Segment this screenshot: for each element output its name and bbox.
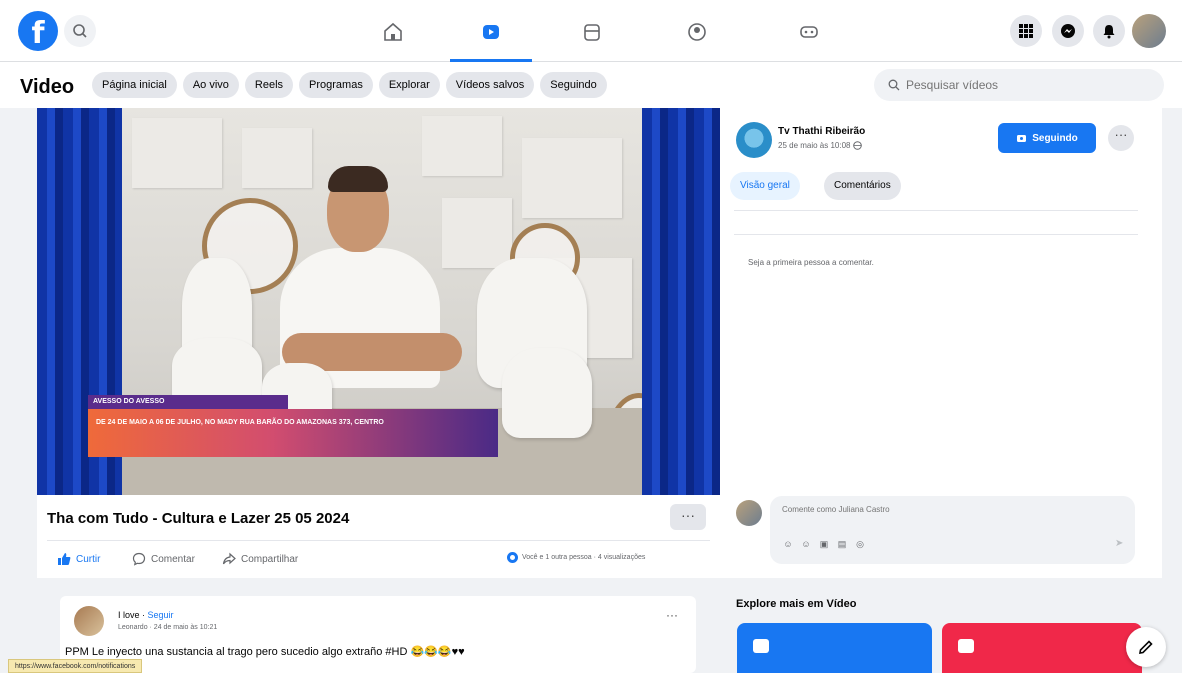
search-icon [73, 24, 87, 38]
avatar-sticker-icon[interactable]: ☺ [782, 538, 794, 550]
share-button[interactable]: Compartilhar [222, 552, 298, 566]
explore-heading: Explore mais em Vídeo [736, 598, 857, 610]
home-icon [384, 22, 402, 41]
divider [47, 540, 710, 541]
messenger-icon [1061, 24, 1075, 38]
nav-tab-video[interactable] [446, 6, 536, 62]
following-button[interactable]: Seguindo [998, 123, 1096, 153]
author-avatar[interactable] [74, 606, 104, 636]
empty-comments-message: Seja a primeira pessoa a comentar. [748, 258, 874, 267]
notifications-icon [1103, 25, 1115, 39]
send-icon[interactable]: ➤ [1115, 538, 1123, 549]
lower-third-banner: DE 24 DE MAIO A 06 DE JULHO, NO MADY RUA… [88, 409, 498, 457]
divider [734, 234, 1138, 235]
notifications-button[interactable] [1093, 15, 1125, 47]
lower-third-label: AVESSO DO AVESSO [88, 395, 288, 409]
post-date-text: 25 de maio às 10:08 [778, 141, 851, 150]
view-count-text: Você e 1 outra pessoa · 4 visualizações [522, 554, 646, 561]
groups-icon [688, 23, 706, 41]
post-author[interactable]: I love [118, 610, 140, 620]
curtain-right [642, 108, 720, 495]
page-name[interactable]: Tv Thathi Ribeirão [778, 126, 865, 137]
reels-icon [958, 639, 974, 653]
comment-label: Comentar [151, 553, 195, 565]
video-icon [483, 25, 499, 39]
reaction-like-icon [507, 552, 518, 563]
comment-button[interactable]: Comentar [132, 552, 195, 566]
video-search-box[interactable] [874, 69, 1164, 101]
facebook-logo[interactable]: f [18, 11, 58, 51]
marketplace-icon [584, 24, 600, 41]
video-filter-chips: Página inicial Ao vivo Reels Programas E… [92, 72, 607, 98]
video-details-panel: Tv Thathi Ribeirão 25 de maio às 10:08 S… [720, 108, 1162, 578]
user-avatar [736, 500, 762, 526]
following-icon [1017, 134, 1027, 142]
emoji-icon[interactable]: ☺ [800, 538, 812, 550]
page-options-button[interactable]: ··· [1108, 125, 1134, 151]
tab-overview[interactable]: Visão geral [730, 172, 800, 200]
live-icon [753, 639, 769, 653]
nav-tab-marketplace[interactable] [547, 6, 637, 58]
chip-reels[interactable]: Reels [244, 72, 294, 98]
like-icon [58, 553, 71, 565]
divider [734, 210, 1138, 211]
post-options-button[interactable]: ··· [666, 608, 678, 622]
like-button[interactable]: Curtir [57, 552, 100, 566]
post-text: PPM Le inyecto una sustancia al trago pe… [65, 646, 465, 658]
search-button[interactable] [64, 15, 96, 47]
page-avatar[interactable] [736, 122, 772, 158]
page-title: Video [20, 76, 75, 98]
globe-icon [852, 141, 862, 151]
view-count[interactable]: Você e 1 outra pessoa · 4 visualizações [507, 552, 645, 563]
account-avatar[interactable] [1132, 14, 1166, 48]
share-icon [222, 552, 236, 565]
post-date[interactable]: 25 de maio às 10:08 [778, 141, 862, 151]
menu-grid-icon [1019, 24, 1033, 38]
explore-card-live[interactable] [737, 623, 932, 673]
nav-tab-groups[interactable] [652, 6, 742, 58]
video-player[interactable]: AVESSO DO AVESSO DE 24 DE MAIO A 06 DE J… [37, 108, 720, 495]
search-icon [888, 79, 900, 91]
next-video-post: I love · Seguir Leonardo · 24 de maio às… [60, 596, 696, 673]
gif-icon[interactable]: ▤ [836, 538, 848, 550]
follow-link[interactable]: Seguir [148, 610, 174, 620]
gaming-icon [800, 26, 818, 38]
video-search-input[interactable] [906, 78, 1136, 92]
chip-following[interactable]: Seguindo [540, 72, 607, 98]
post-meta[interactable]: Leonardo · 24 de maio às 10:21 [118, 624, 217, 631]
chip-shows[interactable]: Programas [299, 72, 373, 98]
post-author-line: I love · Seguir [118, 610, 174, 620]
more-options-button[interactable]: ··· [670, 504, 706, 530]
video-title: Tha com Tudo - Cultura e Lazer 25 05 202… [47, 510, 350, 527]
video-card: AVESSO DO AVESSO DE 24 DE MAIO A 06 DE J… [37, 108, 720, 578]
chip-saved-videos[interactable]: Vídeos salvos [445, 72, 535, 98]
following-label: Seguindo [1032, 132, 1078, 144]
share-label: Compartilhar [241, 553, 299, 565]
status-bar-url: https://www.facebook.com/notifications [8, 659, 143, 673]
camera-icon[interactable]: ▣ [818, 538, 830, 550]
like-label: Curtir [76, 553, 101, 565]
tab-comments[interactable]: Comentários [824, 172, 901, 200]
messenger-button[interactable] [1052, 15, 1084, 47]
explore-card-reels[interactable] [942, 623, 1142, 673]
sticker-icon[interactable]: ◎ [854, 538, 866, 550]
chip-live[interactable]: Ao vivo [182, 72, 239, 98]
nav-tab-gaming[interactable] [764, 6, 854, 58]
chip-explore[interactable]: Explorar [378, 72, 440, 98]
nav-tab-home[interactable] [348, 6, 438, 58]
chip-home[interactable]: Página inicial [92, 72, 177, 98]
top-navigation-bar: f [0, 0, 1182, 62]
new-message-button[interactable] [1126, 627, 1166, 667]
comment-input[interactable] [782, 505, 1082, 514]
comment-composer[interactable]: ☺ ☺ ▣ ▤ ◎ ➤ [770, 496, 1135, 564]
menu-button[interactable] [1010, 15, 1042, 47]
video-subheader: Video Página inicial Ao vivo Reels Progr… [0, 62, 1182, 108]
compose-icon [1139, 640, 1153, 654]
comment-icon [132, 552, 146, 566]
